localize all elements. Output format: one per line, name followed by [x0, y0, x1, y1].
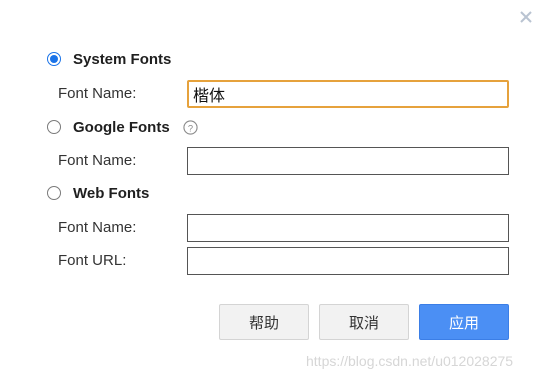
google-font-name-label: Font Name:	[58, 152, 137, 169]
web-font-url-label: Font URL:	[58, 252, 127, 269]
watermark: https://blog.csdn.net/u012028275	[306, 353, 514, 369]
google-fonts-label: Google Fonts	[73, 118, 170, 136]
web-font-name-field[interactable]	[187, 214, 509, 242]
help-button[interactable]: 帮助	[219, 304, 309, 340]
google-fonts-option[interactable]: Google Fonts ?	[47, 116, 198, 138]
svg-text:?: ?	[188, 123, 193, 133]
system-font-name-field[interactable]	[187, 80, 509, 108]
system-fonts-option[interactable]: System Fonts	[47, 48, 171, 70]
font-settings-dialog: System Fonts Font Name: Google Fonts ? F…	[0, 0, 548, 381]
google-fonts-radio[interactable]	[47, 120, 61, 134]
apply-button[interactable]: 应用	[419, 304, 509, 340]
close-icon[interactable]	[518, 9, 534, 25]
web-fonts-label: Web Fonts	[73, 184, 150, 202]
web-font-name-label: Font Name:	[58, 219, 137, 236]
web-font-url-field[interactable]	[187, 247, 509, 275]
google-font-name-field[interactable]	[187, 147, 509, 175]
help-icon[interactable]: ?	[183, 119, 198, 135]
system-fonts-label: System Fonts	[73, 50, 172, 68]
web-fonts-radio[interactable]	[47, 186, 61, 200]
web-fonts-option[interactable]: Web Fonts	[47, 182, 149, 204]
system-fonts-radio[interactable]	[47, 52, 61, 66]
system-font-name-label: Font Name:	[58, 85, 137, 102]
cancel-button[interactable]: 取消	[319, 304, 409, 340]
